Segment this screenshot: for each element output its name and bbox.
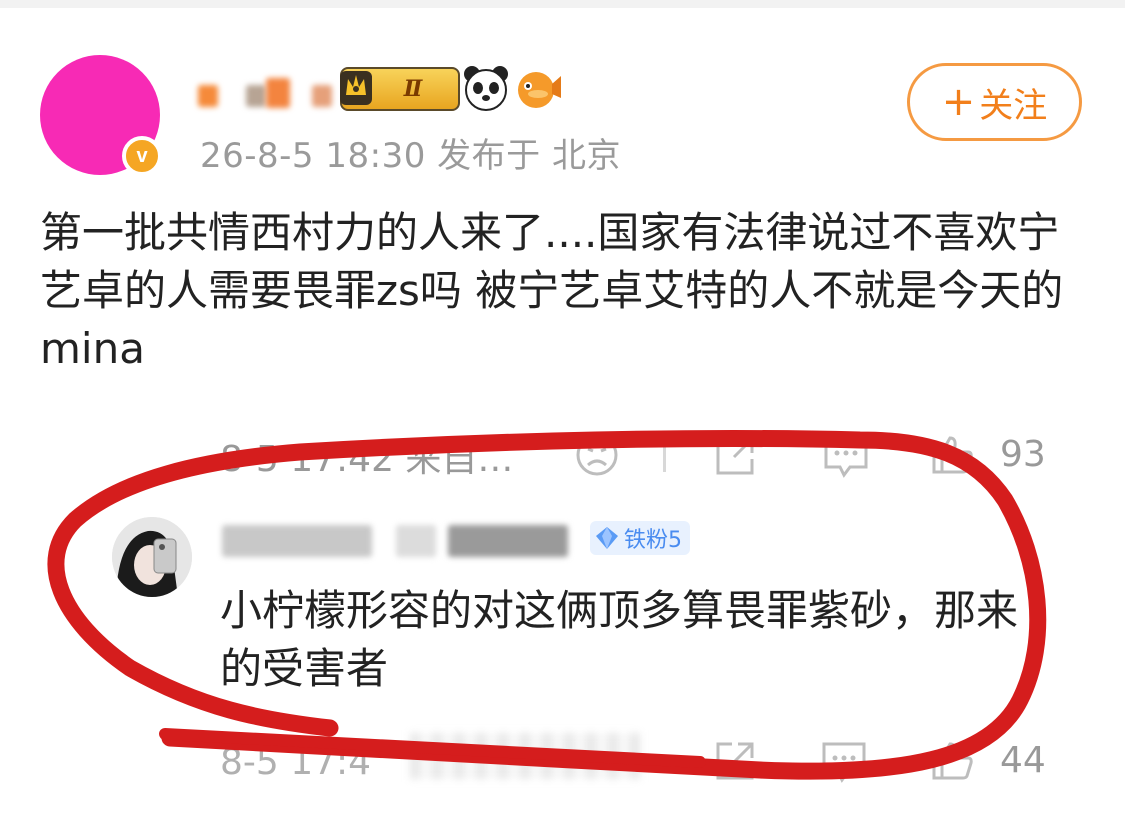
username-redacted[interactable] bbox=[312, 85, 332, 107]
follow-label: 关注 bbox=[979, 85, 1048, 126]
sad-face-icon[interactable] bbox=[574, 432, 620, 478]
commenter-name-redacted[interactable] bbox=[222, 525, 372, 557]
like-count: 93 bbox=[1000, 434, 1046, 475]
crown-icon bbox=[340, 71, 372, 105]
pufferfish-icon bbox=[518, 72, 561, 108]
commenter-avatar[interactable] bbox=[112, 517, 192, 597]
action-divider bbox=[663, 438, 666, 472]
commenter-name-redacted[interactable] bbox=[448, 525, 568, 557]
post-meta: 26-8-5 18:30 发布于 北京 bbox=[200, 136, 621, 176]
comment-text: 小柠檬形容的对这俩顶多算畏罪紫砂，那来的受害者 bbox=[220, 586, 1019, 693]
diamond-icon bbox=[596, 527, 618, 549]
username-redacted[interactable] bbox=[198, 85, 218, 107]
action-bar-time: 8-5 17:42 来自… bbox=[220, 439, 514, 480]
follow-button[interactable]: + 关注 bbox=[907, 63, 1082, 141]
verified-icon: v bbox=[122, 136, 162, 176]
post-text: 第一批共情西村力的人来了....国家有法律说过不喜欢宁艺卓的人需要畏罪zs吗 被… bbox=[40, 208, 1064, 373]
comment-icon[interactable] bbox=[822, 433, 870, 479]
username-redacted[interactable] bbox=[266, 78, 290, 108]
panda-icon bbox=[464, 66, 508, 111]
top-divider bbox=[0, 0, 1125, 8]
comment-icon[interactable] bbox=[820, 738, 868, 784]
avatar-photo bbox=[112, 517, 192, 597]
share-icon[interactable] bbox=[712, 433, 758, 479]
comment-time: 8-5 17:4 bbox=[220, 742, 372, 783]
like-icon[interactable] bbox=[930, 432, 976, 478]
share-icon[interactable] bbox=[712, 738, 758, 784]
member-level-badge: Ⅱ bbox=[340, 67, 460, 111]
like-icon[interactable] bbox=[930, 738, 976, 784]
username-redacted[interactable] bbox=[246, 85, 266, 107]
fan-level-badge: 铁粉5 bbox=[590, 521, 690, 555]
commenter-name-redacted[interactable] bbox=[396, 525, 436, 557]
comment-like-count: 44 bbox=[1000, 740, 1046, 781]
comment-bar-redacted bbox=[410, 733, 640, 779]
plus-icon: + bbox=[941, 79, 976, 125]
